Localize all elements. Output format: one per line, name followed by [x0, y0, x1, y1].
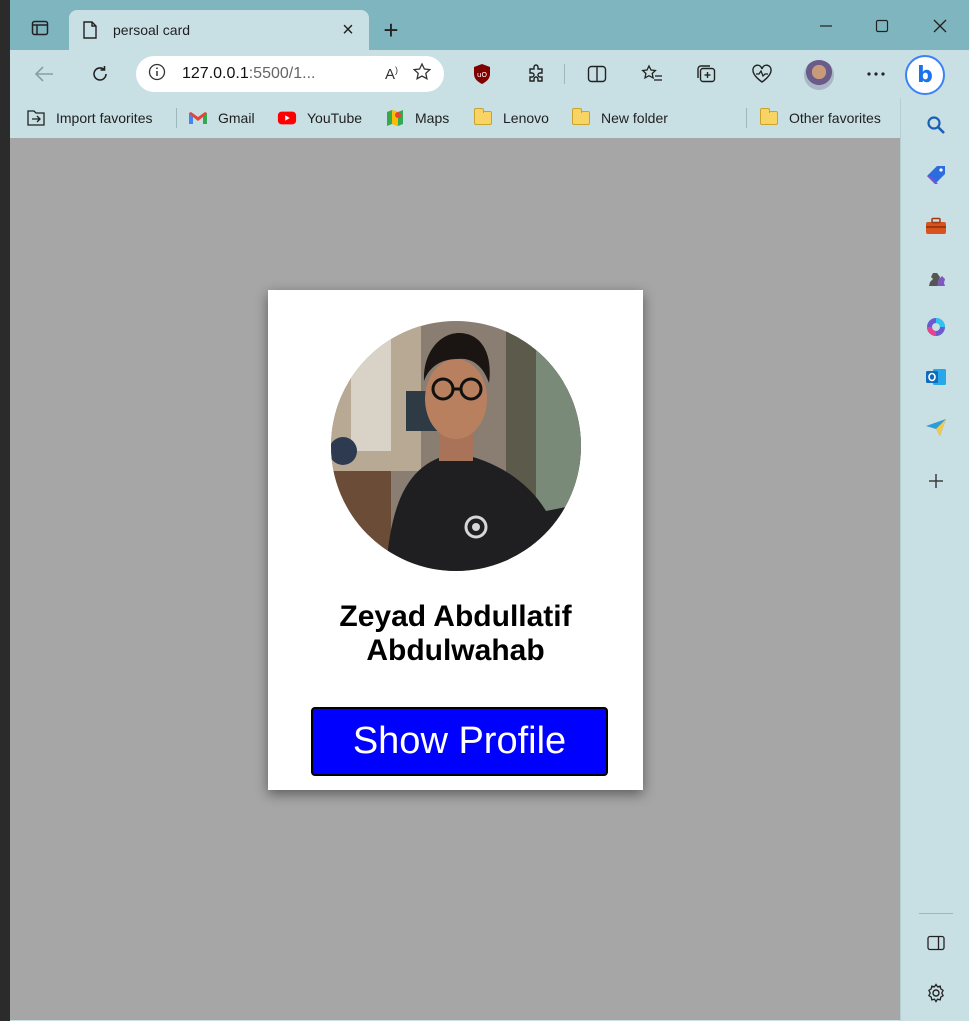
url-host: 127.0.0.1 [182, 65, 249, 82]
fav-label: Other favorites [789, 110, 881, 126]
favorites-list-icon[interactable] [640, 62, 664, 86]
window-edge [0, 0, 10, 1021]
split-screen-icon[interactable] [585, 62, 609, 86]
tab-actions-icon[interactable] [28, 16, 52, 40]
profile-card: Zeyad Abdullatif Abdulwahab Show Profile [268, 290, 643, 790]
fav-label: Maps [415, 110, 450, 126]
close-window-icon[interactable] [928, 14, 952, 38]
fav-import[interactable]: Import favorites [26, 106, 152, 130]
favorite-star-icon[interactable] [412, 61, 432, 87]
favbar-divider [746, 108, 747, 128]
name-line-2: Abdulwahab [366, 634, 545, 667]
youtube-icon [277, 108, 297, 128]
ublock-icon[interactable]: uO [470, 62, 494, 86]
page-icon [81, 21, 99, 39]
fav-other-favorites[interactable]: Other favorites [759, 106, 881, 130]
games-icon[interactable] [923, 264, 949, 290]
fav-label: YouTube [307, 110, 363, 126]
extensions-icon[interactable] [524, 62, 548, 86]
hide-sidebar-icon[interactable] [923, 930, 949, 956]
tab-strip: persoal card × + [10, 0, 969, 50]
url-text: 127.0.0.1:5500/1... [182, 65, 385, 83]
fav-label: New folder [601, 110, 668, 126]
navigation-toolbar: 127.0.0.1:5500/1... A) uO [10, 50, 969, 98]
shopping-tag-icon[interactable] [923, 162, 949, 188]
tab-title: persoal card [113, 22, 191, 38]
url-path: :5500/1... [248, 65, 316, 82]
browser-essentials-icon[interactable] [750, 62, 774, 86]
fav-maps[interactable]: Maps [385, 106, 449, 130]
new-tab-icon[interactable]: + [379, 15, 403, 45]
tab-active[interactable]: persoal card × [69, 10, 369, 50]
fav-youtube[interactable]: YouTube [277, 106, 362, 130]
tools-icon[interactable] [923, 213, 949, 239]
address-bar[interactable]: 127.0.0.1:5500/1... A) [136, 56, 444, 92]
refresh-icon[interactable] [88, 62, 112, 86]
favbar-divider [176, 108, 177, 128]
search-icon[interactable] [923, 112, 949, 138]
show-profile-button[interactable]: Show Profile [311, 707, 608, 776]
folder-icon [759, 108, 779, 128]
profile-avatar[interactable] [804, 60, 834, 90]
profile-photo [331, 321, 581, 571]
toolbar-divider [564, 64, 565, 84]
minimize-icon[interactable] [814, 14, 838, 38]
site-info-icon[interactable] [148, 63, 166, 86]
fav-new-folder[interactable]: New folder [571, 106, 668, 130]
import-icon [26, 108, 46, 128]
read-aloud-icon[interactable]: A) [385, 65, 398, 83]
settings-gear-icon[interactable] [923, 980, 949, 1006]
folder-icon [571, 108, 591, 128]
name-line-1: Zeyad Abdullatif [339, 600, 572, 633]
close-tab-icon[interactable]: × [339, 19, 357, 41]
back-icon[interactable] [32, 62, 56, 86]
fav-label: Lenovo [503, 110, 549, 126]
profile-name: Zeyad Abdullatif Abdulwahab [268, 600, 643, 668]
page-content: Zeyad Abdullatif Abdulwahab Show Profile [10, 138, 900, 1020]
gmail-icon [188, 108, 208, 128]
outlook-icon[interactable] [923, 364, 949, 390]
favorites-bar: Import favorites Gmail YouTube Maps Leno… [10, 98, 900, 138]
folder-icon [473, 108, 493, 128]
collections-icon[interactable] [694, 62, 718, 86]
send-drop-icon[interactable] [923, 414, 949, 440]
add-icon[interactable] [923, 468, 949, 494]
maps-icon [385, 108, 405, 128]
sidebar-divider [919, 913, 953, 914]
fav-lenovo[interactable]: Lenovo [473, 106, 549, 130]
fav-gmail[interactable]: Gmail [188, 106, 255, 130]
fav-label: Import favorites [56, 110, 153, 126]
svg-text:uO: uO [477, 71, 487, 79]
edge-sidebar [900, 98, 969, 1021]
copilot-icon[interactable]: b [905, 55, 945, 95]
maximize-icon[interactable] [870, 14, 894, 38]
microsoft-365-icon[interactable] [923, 314, 949, 340]
browser-window: persoal card × + 127.0.0.1:5500/1... A) [0, 0, 969, 1021]
more-options-icon[interactable] [864, 62, 888, 86]
fav-label: Gmail [218, 110, 255, 126]
